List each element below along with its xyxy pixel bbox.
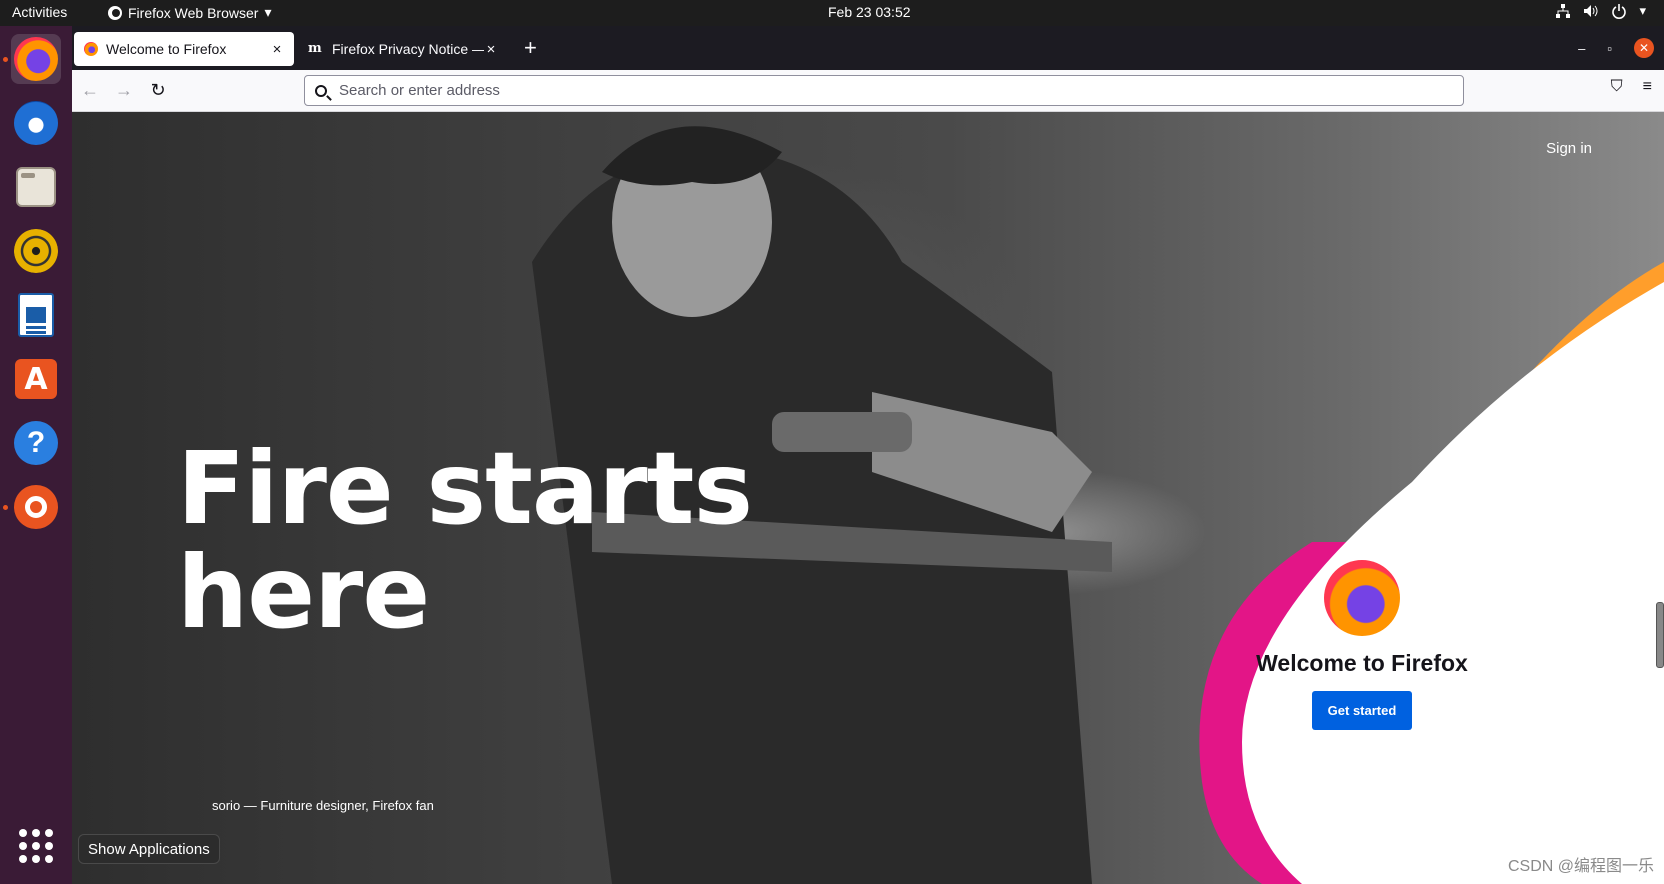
watermark-text: CSDN @编程图一乐	[1507, 858, 1654, 875]
close-icon[interactable]: ×	[484, 41, 498, 58]
dock-firefox[interactable]	[11, 34, 61, 84]
tab-firefox-privacy-notice[interactable]: m Firefox Privacy Notice — ×	[298, 32, 508, 66]
welcome-card: Welcome to Firefox Get started	[1232, 560, 1492, 730]
files-icon	[16, 167, 56, 207]
dock-rhythmbox[interactable]	[11, 226, 61, 276]
software-store-icon: A	[15, 359, 57, 399]
navigation-toolbar: ← → ↻ Search or enter address ⛉ ≡	[72, 70, 1664, 112]
app-menu[interactable]: Firefox Web Browser ▾	[108, 4, 271, 21]
clock[interactable]: Feb 23 03:52	[828, 4, 911, 20]
url-bar-placeholder: Search or enter address	[339, 82, 500, 99]
forward-button[interactable]: →	[112, 78, 136, 102]
ubuntu-icon	[14, 485, 58, 529]
activities-button[interactable]: Activities	[12, 4, 67, 20]
hero-headline: Fire starts here	[177, 430, 753, 651]
url-bar[interactable]: Search or enter address	[304, 75, 1464, 106]
help-icon: ?	[14, 421, 58, 465]
dock-writer[interactable]	[11, 290, 61, 340]
pocket-icon[interactable]: ⛉	[1611, 78, 1623, 96]
dock-software[interactable]: A	[11, 354, 61, 404]
window-controls: – ▫ ✕	[1578, 26, 1664, 70]
running-indicator	[3, 57, 8, 62]
sign-in-link[interactable]: Sign in	[1546, 140, 1592, 157]
dock-help[interactable]: ?	[11, 418, 61, 468]
firefox-icon	[84, 42, 98, 56]
maximize-button[interactable]: ▫	[1607, 41, 1612, 56]
firefox-logo-icon	[1324, 560, 1400, 636]
apps-grid-icon	[19, 829, 53, 863]
close-icon[interactable]: ×	[270, 41, 284, 58]
back-button[interactable]: ←	[78, 78, 102, 102]
chevron-down-icon[interactable]: ▾	[1639, 3, 1646, 19]
tab-welcome-to-firefox[interactable]: Welcome to Firefox ×	[74, 32, 294, 66]
power-icon[interactable]	[1611, 3, 1627, 19]
hamburger-menu-icon[interactable]: ≡	[1643, 78, 1652, 96]
search-icon	[315, 84, 327, 97]
mozilla-icon: m	[308, 41, 322, 56]
network-icon[interactable]	[1555, 3, 1571, 19]
minimize-button[interactable]: –	[1578, 41, 1585, 56]
toolbar-right: ⛉ ≡	[1611, 78, 1652, 96]
chevron-down-icon: ▾	[264, 4, 272, 20]
dock-ubuntu[interactable]	[11, 482, 61, 532]
running-indicator	[3, 505, 8, 510]
welcome-page: Sign in Fire starts here sorio — Furnitu…	[72, 112, 1664, 884]
scrollbar[interactable]	[1656, 602, 1664, 668]
system-tray[interactable]: ▾	[1555, 3, 1646, 19]
show-applications-tooltip: Show Applications	[78, 834, 220, 864]
close-window-button[interactable]: ✕	[1634, 38, 1654, 58]
tab-title: Firefox Privacy Notice —	[332, 41, 484, 57]
thunderbird-icon	[14, 101, 58, 145]
writer-icon	[18, 293, 54, 337]
firefox-icon	[108, 5, 122, 20]
app-menu-label: Firefox Web Browser	[128, 4, 259, 21]
reload-button[interactable]: ↻	[146, 78, 170, 102]
dock-thunderbird[interactable]	[11, 98, 61, 148]
show-applications-button[interactable]	[11, 821, 61, 871]
rhythmbox-icon	[14, 229, 58, 273]
gnome-top-bar: Activities Firefox Web Browser ▾ Feb 23 …	[0, 0, 1664, 26]
tab-strip: Welcome to Firefox × m Firefox Privacy N…	[72, 26, 1664, 70]
ubuntu-dock: A ?	[0, 26, 72, 884]
welcome-title: Welcome to Firefox	[1256, 650, 1468, 676]
firefox-icon	[14, 37, 58, 81]
new-tab-button[interactable]: +	[524, 36, 537, 60]
photo-credit: sorio — Furniture designer, Firefox fan	[212, 798, 434, 813]
dock-files[interactable]	[11, 162, 61, 212]
get-started-button[interactable]: Get started	[1311, 691, 1413, 730]
tab-title: Welcome to Firefox	[106, 41, 227, 57]
volume-icon[interactable]	[1583, 3, 1599, 19]
